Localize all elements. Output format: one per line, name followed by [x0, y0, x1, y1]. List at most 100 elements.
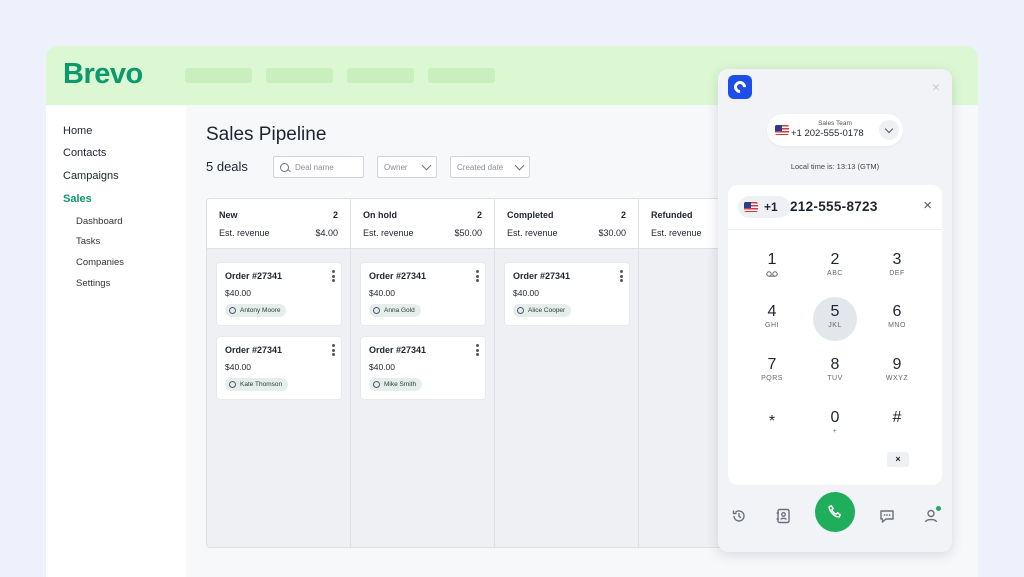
- key-digit: 6: [892, 303, 902, 320]
- deals-count: 5 deals: [206, 159, 248, 174]
- chat-icon[interactable]: [878, 507, 896, 525]
- key-digit: 9: [892, 356, 902, 373]
- deal-title: Order #27341: [513, 271, 571, 281]
- column-revenue-label: Est. revenue: [507, 228, 558, 238]
- key-digit: 4: [767, 303, 777, 320]
- dialed-number-input[interactable]: 212-555-8723: [790, 199, 878, 214]
- clear-number-button[interactable]: ×: [923, 197, 932, 214]
- key-6[interactable]: 6 MNO: [875, 297, 919, 341]
- owner-name: Mike Smith: [384, 381, 417, 388]
- key-2[interactable]: 2 ABC: [813, 245, 857, 289]
- key-letters: TUV: [827, 375, 843, 382]
- call-button[interactable]: [815, 492, 855, 532]
- us-flag-icon: [744, 202, 758, 212]
- key-0[interactable]: 0 +: [813, 403, 857, 447]
- deal-search-input[interactable]: Deal name: [273, 156, 364, 178]
- user-status-button[interactable]: [922, 506, 941, 525]
- created-date-filter-dropdown[interactable]: Created date: [450, 156, 530, 178]
- key-digit: 1: [767, 251, 777, 268]
- voicemail-icon: [766, 271, 778, 277]
- more-vertical-icon[interactable]: [620, 270, 623, 282]
- column-revenue-value: $50.00: [454, 228, 482, 238]
- local-time: Local time is: 13:13 (GTM): [790, 162, 880, 171]
- owner-chip[interactable]: Mike Smith: [369, 378, 423, 391]
- deal-search-placeholder: Deal name: [295, 162, 334, 172]
- more-vertical-icon[interactable]: [332, 344, 335, 356]
- owner-chip[interactable]: Alice Cooper: [513, 304, 572, 317]
- history-icon[interactable]: [730, 507, 748, 525]
- sidebar-subitem-companies[interactable]: Companies: [76, 257, 124, 268]
- owner-chip[interactable]: Kate Thomson: [225, 378, 289, 391]
- country-code: +1: [764, 200, 778, 214]
- sidebar-subitem-tasks[interactable]: Tasks: [76, 236, 100, 247]
- key-8[interactable]: 8 TUV: [813, 350, 857, 394]
- contacts-book-icon[interactable]: [774, 507, 792, 525]
- column-revenue-label: Est. revenue: [651, 228, 702, 238]
- nav-placeholder: [185, 68, 252, 83]
- phone-icon: [828, 505, 841, 518]
- sidebar-item-campaigns[interactable]: Campaigns: [63, 170, 119, 182]
- column-revenue-value: $30.00: [598, 228, 626, 238]
- country-code-selector[interactable]: +1: [738, 196, 790, 218]
- owner-chip[interactable]: Anna Gold: [369, 304, 421, 317]
- sidebar-item-home[interactable]: Home: [63, 125, 92, 137]
- user-avatar-icon: [229, 381, 236, 388]
- key-letters: JKL: [828, 322, 842, 329]
- key-digit: 8: [830, 356, 840, 373]
- deal-amount: $40.00: [225, 362, 251, 372]
- column-revenue-value: $4.00: [315, 228, 338, 238]
- deal-title: Order #27341: [369, 345, 427, 355]
- deal-title: Order #27341: [225, 345, 283, 355]
- more-vertical-icon[interactable]: [332, 270, 335, 282]
- pipeline-board: New 2 Est. revenue $4.00 Order #27341 $4…: [206, 198, 786, 548]
- key-1[interactable]: 1: [750, 245, 794, 289]
- pipeline-column-completed: Completed 2 Est. revenue $30.00 Order #2…: [495, 199, 639, 547]
- deal-title: Order #27341: [225, 271, 283, 281]
- chevron-down-icon[interactable]: [879, 120, 899, 140]
- key-5[interactable]: 5 JKL: [813, 297, 857, 341]
- sidebar-subitem-dashboard[interactable]: Dashboard: [76, 216, 122, 227]
- user-avatar-icon: [373, 307, 380, 314]
- more-vertical-icon[interactable]: [476, 270, 479, 282]
- deal-card[interactable]: Order #27341 $40.00 Anna Gold: [361, 263, 485, 325]
- key-digit: 7: [767, 356, 777, 373]
- key-3[interactable]: 3 DEF: [875, 245, 919, 289]
- pipeline-column-new: New 2 Est. revenue $4.00 Order #27341 $4…: [207, 199, 351, 547]
- key-letters: MNO: [888, 322, 906, 329]
- owner-name: Kate Thomson: [240, 381, 283, 388]
- sidebar-item-contacts[interactable]: Contacts: [63, 147, 106, 159]
- column-revenue-label: Est. revenue: [363, 228, 414, 238]
- owner-filter-label: Owner: [384, 162, 408, 172]
- key-9[interactable]: 9 WXYZ: [875, 350, 919, 394]
- owner-chip[interactable]: Antony Moore: [225, 304, 287, 317]
- deal-title: Order #27341: [369, 271, 427, 281]
- key-hash[interactable]: #: [875, 403, 919, 447]
- key-letters: GHI: [765, 322, 779, 329]
- key-4[interactable]: 4 GHI: [750, 297, 794, 341]
- deal-card[interactable]: Order #27341 $40.00 Mike Smith: [361, 337, 485, 399]
- nav-placeholder: [266, 68, 333, 83]
- backspace-button[interactable]: ×: [887, 452, 909, 467]
- brevo-logo[interactable]: Brevo: [63, 58, 143, 91]
- nav-placeholder: [428, 68, 495, 83]
- deal-amount: $40.00: [369, 288, 395, 298]
- dialer-close-button[interactable]: ×: [932, 79, 940, 95]
- keypad-panel: +1 212-555-8723 × 1 2 ABC 3 DEF 4 GHI 5 …: [728, 185, 942, 485]
- outgoing-line-selector[interactable]: Sales Team +1 202-555-0178: [767, 114, 903, 146]
- key-7[interactable]: 7 PQRS: [750, 350, 794, 394]
- key-digit: 3: [892, 251, 902, 268]
- more-vertical-icon[interactable]: [476, 344, 479, 356]
- owner-filter-dropdown[interactable]: Owner: [377, 156, 437, 178]
- column-count: 2: [620, 210, 626, 220]
- key-digit: *: [768, 413, 776, 430]
- sidebar-item-sales[interactable]: Sales: [63, 193, 92, 205]
- owner-name: Antony Moore: [240, 307, 281, 314]
- deal-card[interactable]: Order #27341 $40.00 Antony Moore: [217, 263, 341, 325]
- owner-name: Anna Gold: [384, 307, 415, 314]
- deal-card[interactable]: Order #27341 $40.00 Alice Cooper: [505, 263, 629, 325]
- search-icon: [280, 162, 289, 172]
- sidebar-subitem-settings[interactable]: Settings: [76, 278, 110, 289]
- key-star[interactable]: *: [750, 403, 794, 447]
- deal-card[interactable]: Order #27341 $40.00 Kate Thomson: [217, 337, 341, 399]
- key-letters: ABC: [827, 270, 843, 277]
